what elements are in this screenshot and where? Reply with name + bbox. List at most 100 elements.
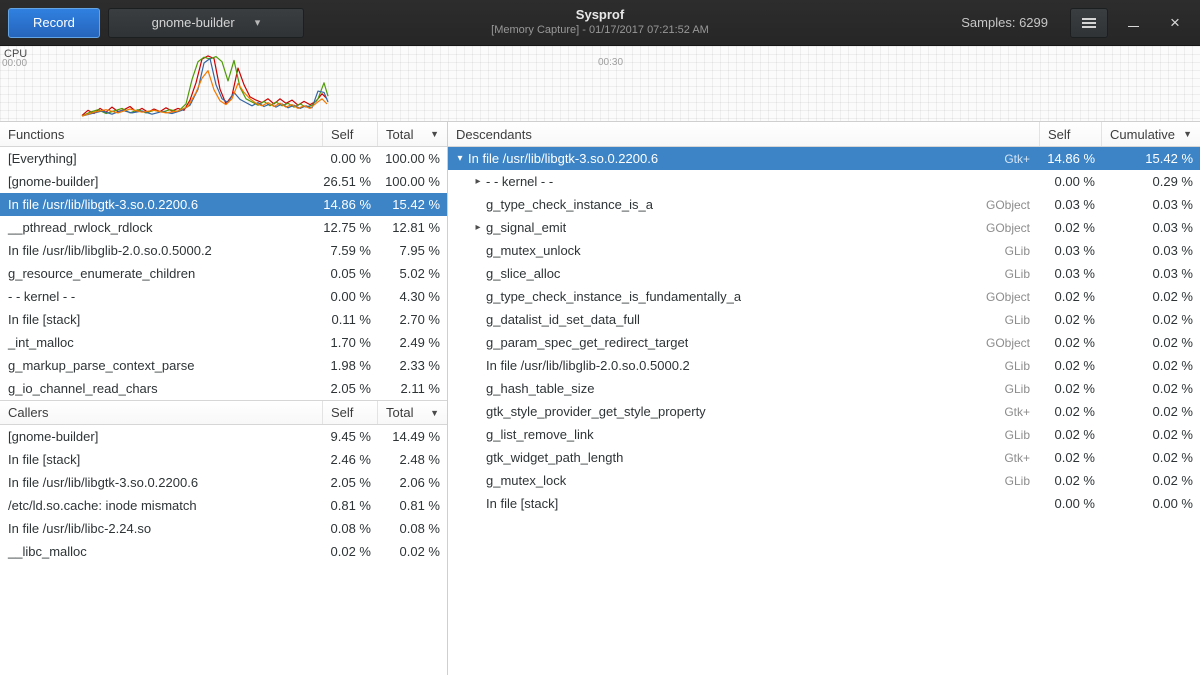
function-name: In file /usr/lib/libc-2.24.so: [0, 521, 323, 536]
self-percent: 0.02 %: [1040, 450, 1102, 465]
function-name: g_datalist_id_set_data_full: [486, 312, 640, 327]
table-row[interactable]: In file /usr/lib/libc-2.24.so0.08 %0.08 …: [0, 517, 447, 540]
right-panel: Descendants Self Cumulative ▼ ▾In file /…: [448, 122, 1200, 675]
tree-row[interactable]: g_type_check_instance_is_aGObject0.03 %0…: [448, 193, 1200, 216]
cumulative-percent: 0.29 %: [1102, 174, 1200, 189]
tree-row[interactable]: g_mutex_unlockGLib0.03 %0.03 %: [448, 239, 1200, 262]
close-button[interactable]: ×: [1158, 8, 1192, 38]
column-header-functions[interactable]: Functions: [0, 122, 323, 146]
tree-row[interactable]: g_mutex_lockGLib0.02 %0.02 %: [448, 469, 1200, 492]
table-row[interactable]: g_markup_parse_context_parse1.98 %2.33 %: [0, 354, 447, 377]
table-row[interactable]: [Everything]0.00 %100.00 %: [0, 147, 447, 170]
function-name: In file [stack]: [0, 312, 323, 327]
table-row[interactable]: /etc/ld.so.cache: inode mismatch0.81 %0.…: [0, 494, 447, 517]
tree-row[interactable]: ▸g_signal_emitGObject0.02 %0.03 %: [448, 216, 1200, 239]
tree-row[interactable]: ▾In file /usr/lib/libgtk-3.so.0.2200.6Gt…: [448, 147, 1200, 170]
function-name: g_mutex_lock: [486, 473, 566, 488]
menu-button[interactable]: [1070, 8, 1108, 38]
function-name: [gnome-builder]: [0, 174, 323, 189]
tree-row[interactable]: In file /usr/lib/libglib-2.0.so.0.5000.2…: [448, 354, 1200, 377]
column-header-cumulative[interactable]: Cumulative ▼: [1102, 122, 1200, 146]
tree-row[interactable]: ▸- - kernel - -0.00 %0.29 %: [448, 170, 1200, 193]
self-percent: 26.51 %: [323, 174, 378, 189]
table-row[interactable]: In file [stack]0.11 %2.70 %: [0, 308, 447, 331]
table-row[interactable]: g_io_channel_read_chars2.05 %2.11 %: [0, 377, 447, 400]
table-row[interactable]: g_resource_enumerate_children0.05 %5.02 …: [0, 262, 447, 285]
self-percent: 0.03 %: [1040, 243, 1102, 258]
function-name: gtk_widget_path_length: [486, 450, 623, 465]
category-label: Gtk+: [996, 451, 1040, 465]
minimize-button[interactable]: [1116, 8, 1150, 38]
tree-row[interactable]: g_datalist_id_set_data_fullGLib0.02 %0.0…: [448, 308, 1200, 331]
table-row[interactable]: In file /usr/lib/libgtk-3.so.0.2200.62.0…: [0, 471, 447, 494]
function-name: g_mutex_unlock: [486, 243, 581, 258]
table-row[interactable]: In file /usr/lib/libgtk-3.so.0.2200.614.…: [0, 193, 447, 216]
tree-row[interactable]: g_type_check_instance_is_fundamentally_a…: [448, 285, 1200, 308]
tree-row[interactable]: g_hash_table_sizeGLib0.02 %0.02 %: [448, 377, 1200, 400]
column-header-self[interactable]: Self: [1040, 122, 1102, 146]
expander-closed-icon[interactable]: ▸: [470, 222, 486, 233]
total-percent: 14.49 %: [378, 429, 447, 444]
tree-row[interactable]: gtk_widget_path_lengthGtk+0.02 %0.02 %: [448, 446, 1200, 469]
column-header-callers[interactable]: Callers: [0, 401, 323, 424]
table-row[interactable]: [gnome-builder]9.45 %14.49 %: [0, 425, 447, 448]
function-name: gtk_style_provider_get_style_property: [486, 404, 706, 419]
time-label-mid: 00:30: [598, 57, 623, 68]
tree-row[interactable]: g_slice_allocGLib0.03 %0.03 %: [448, 262, 1200, 285]
tree-cell: g_mutex_unlockGLib: [448, 243, 1040, 258]
category-label: GLib: [997, 313, 1040, 327]
table-row[interactable]: - - kernel - -0.00 %4.30 %: [0, 285, 447, 308]
process-selector-label: gnome-builder: [152, 15, 235, 30]
sort-indicator-icon: ▼: [424, 408, 439, 418]
left-panel: Functions Self Total ▼ [Everything]0.00 …: [0, 122, 448, 675]
samples-count: Samples: 6299: [961, 15, 1062, 30]
function-name: In file /usr/lib/libgtk-3.so.0.2200.6: [0, 197, 323, 212]
total-percent: 7.95 %: [378, 243, 447, 258]
self-percent: 2.46 %: [323, 452, 378, 467]
table-row[interactable]: __pthread_rwlock_rdlock12.75 %12.81 %: [0, 216, 447, 239]
table-row[interactable]: _int_malloc1.70 %2.49 %: [0, 331, 447, 354]
table-row[interactable]: In file /usr/lib/libglib-2.0.so.0.5000.2…: [0, 239, 447, 262]
column-header-self[interactable]: Self: [323, 122, 378, 146]
cpu-graph[interactable]: CPU 00:00 00:30: [0, 46, 1200, 122]
self-percent: 0.02 %: [1040, 289, 1102, 304]
function-name: g_resource_enumerate_children: [0, 266, 323, 281]
self-percent: 0.03 %: [1040, 197, 1102, 212]
expander-closed-icon[interactable]: ▸: [470, 176, 486, 187]
total-percent: 100.00 %: [378, 151, 447, 166]
expander-open-icon[interactable]: ▾: [452, 153, 468, 164]
function-name: g_param_spec_get_redirect_target: [486, 335, 688, 350]
functions-table: [Everything]0.00 %100.00 %[gnome-builder…: [0, 147, 447, 400]
time-label-start: 00:00: [2, 58, 27, 69]
table-row[interactable]: In file [stack]2.46 %2.48 %: [0, 448, 447, 471]
function-name: /etc/ld.so.cache: inode mismatch: [0, 498, 323, 513]
tree-row[interactable]: g_param_spec_get_redirect_targetGObject0…: [448, 331, 1200, 354]
table-row[interactable]: [gnome-builder]26.51 %100.00 %: [0, 170, 447, 193]
self-percent: 0.02 %: [1040, 335, 1102, 350]
column-header-self[interactable]: Self: [323, 401, 378, 424]
cumulative-percent: 0.02 %: [1102, 312, 1200, 327]
callers-table: [gnome-builder]9.45 %14.49 %In file [sta…: [0, 425, 447, 563]
hamburger-icon: [1082, 18, 1096, 20]
function-name: __pthread_rwlock_rdlock: [0, 220, 323, 235]
tree-cell: g_list_remove_linkGLib: [448, 427, 1040, 442]
column-header-total[interactable]: Total ▼: [378, 122, 447, 146]
tree-row[interactable]: In file [stack]0.00 %0.00 %: [448, 492, 1200, 515]
tree-row[interactable]: g_list_remove_linkGLib0.02 %0.02 %: [448, 423, 1200, 446]
process-selector-dropdown[interactable]: gnome-builder ▾: [108, 8, 304, 38]
tree-cell: ▸- - kernel - -: [448, 174, 1040, 189]
self-percent: 0.00 %: [323, 151, 378, 166]
cumulative-percent: 0.02 %: [1102, 289, 1200, 304]
record-button[interactable]: Record: [8, 8, 100, 38]
total-percent: 15.42 %: [378, 197, 447, 212]
self-percent: 9.45 %: [323, 429, 378, 444]
category-label: GLib: [997, 428, 1040, 442]
table-row[interactable]: __libc_malloc0.02 %0.02 %: [0, 540, 447, 563]
function-name: g_slice_alloc: [486, 266, 560, 281]
tree-row[interactable]: gtk_style_provider_get_style_propertyGtk…: [448, 400, 1200, 423]
self-percent: 7.59 %: [323, 243, 378, 258]
cumulative-percent: 0.02 %: [1102, 450, 1200, 465]
cumulative-percent: 0.03 %: [1102, 266, 1200, 281]
column-header-total[interactable]: Total ▼: [378, 401, 447, 424]
column-header-descendants[interactable]: Descendants: [448, 122, 1040, 146]
